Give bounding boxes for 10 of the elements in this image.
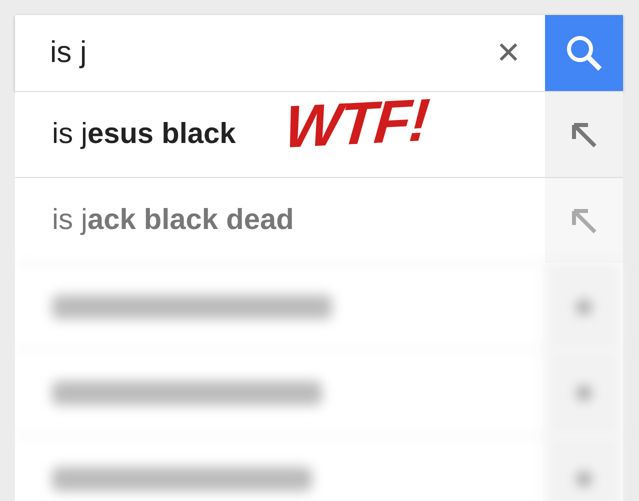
overlay-caption: WTF! (282, 90, 430, 158)
dot-icon (577, 386, 591, 400)
suggestion-item[interactable]: is jack black dead (15, 177, 623, 263)
search-field[interactable]: is j ✕ (15, 15, 545, 91)
dot-icon (577, 300, 591, 314)
clear-button[interactable]: ✕ (492, 36, 525, 70)
search-icon (565, 34, 603, 72)
search-button[interactable] (545, 15, 623, 91)
dot-icon (577, 472, 591, 486)
suggestion-item[interactable]: is jesus black WTF! (15, 91, 623, 177)
